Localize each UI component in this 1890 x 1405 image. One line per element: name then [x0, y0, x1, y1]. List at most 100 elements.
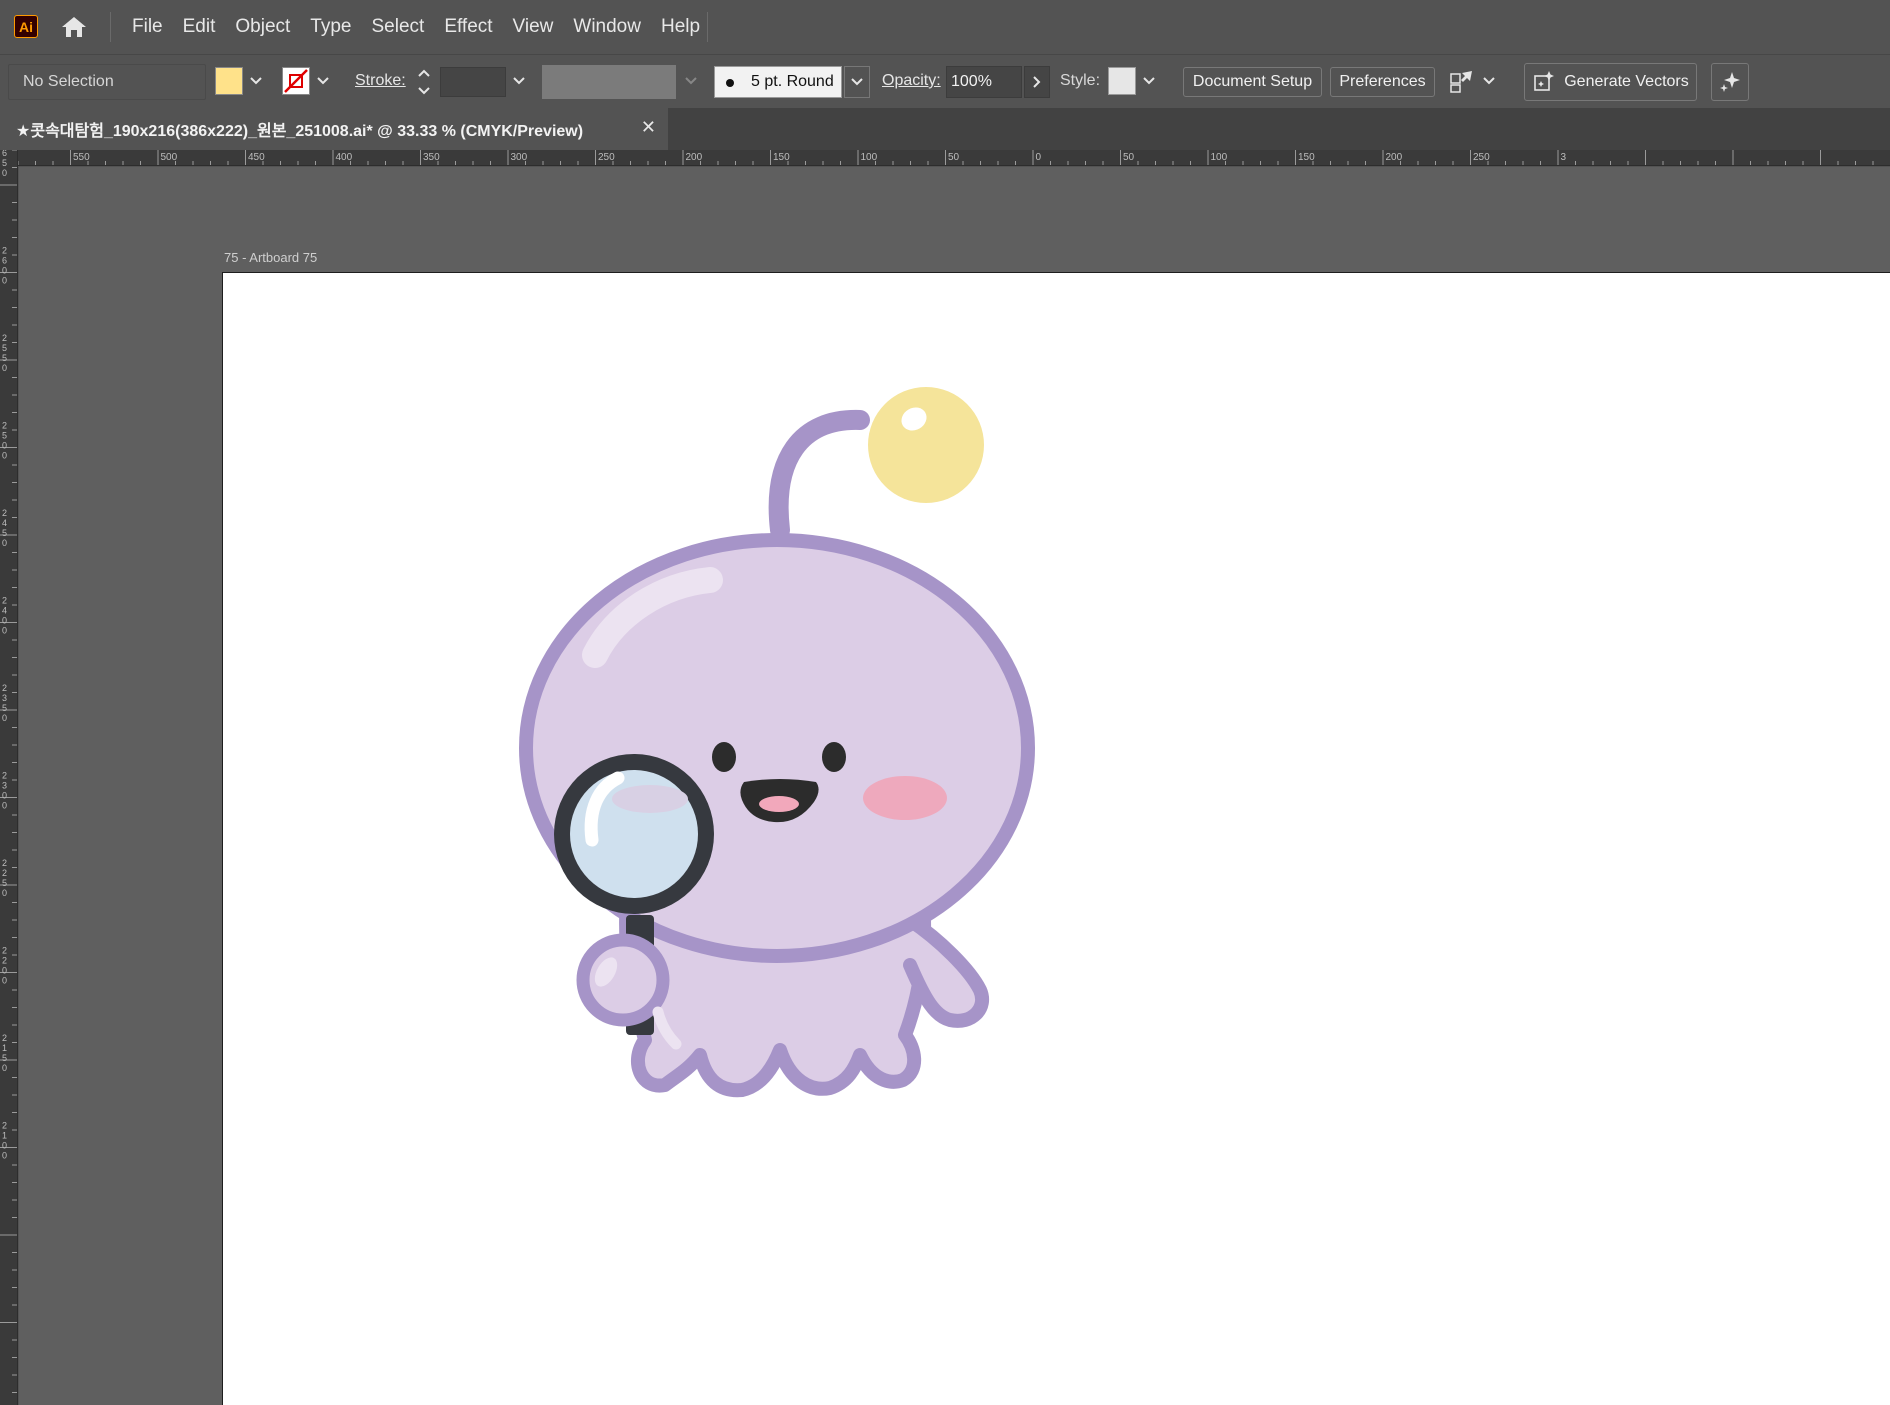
document-tab[interactable]: ★콧속대탐험_190x216(386x222)_원본_251008.ai* @ … — [0, 108, 668, 150]
ruler-label: 2 — [2, 1033, 7, 1043]
menu-divider — [110, 12, 111, 42]
illustrator-window: Ai File Edit Object Type Select Effect V… — [0, 0, 1890, 1405]
control-bar: No Selection Stroke: 5 pt. Round Opacity… — [0, 54, 1890, 108]
vertical-ruler-ticks: 6502600255025002450240023502300225022002… — [0, 150, 17, 1393]
home-icon[interactable] — [60, 15, 88, 39]
ruler-label: 2 — [2, 868, 7, 878]
ruler-label: 0 — [2, 363, 7, 373]
ruler-label: 200 — [1386, 152, 1403, 163]
stroke-label[interactable]: Stroke: — [355, 72, 406, 90]
ruler-label: 150 — [773, 152, 790, 163]
ruler-label: 300 — [511, 152, 528, 163]
ruler-label: 0 — [2, 1151, 7, 1161]
ruler-label: 5 — [2, 158, 7, 168]
arrange-documents-icon[interactable] — [1448, 67, 1476, 95]
ruler-label: 3 — [1561, 152, 1567, 163]
menu-effect[interactable]: Effect — [434, 0, 502, 54]
selection-indicator: No Selection — [8, 64, 206, 100]
document-setup-button[interactable]: Document Setup — [1183, 67, 1322, 97]
style-dropdown-icon[interactable] — [1138, 67, 1160, 95]
close-icon[interactable]: ✕ — [641, 117, 656, 138]
menu-window[interactable]: Window — [563, 0, 651, 54]
horizontal-ruler[interactable]: 550 500 450 400 350 300 250 200 150 100 50 0 50 100 15… — [18, 150, 1890, 166]
stroke-weight-stepper[interactable] — [414, 65, 434, 99]
menu-object[interactable]: Object — [225, 0, 300, 54]
ruler-label: 450 — [248, 152, 265, 163]
ruler-label: 1 — [2, 1131, 7, 1141]
stroke-dropdown-icon[interactable] — [312, 67, 334, 95]
ruler-label: 250 — [1473, 152, 1490, 163]
ruler-label: 4 — [2, 606, 7, 616]
ruler-label: 0 — [2, 266, 7, 276]
stroke-swatch[interactable] — [282, 67, 310, 95]
menu-type[interactable]: Type — [300, 0, 361, 54]
artboard-label[interactable]: 75 - Artboard 75 — [224, 250, 317, 265]
stroke-weight-field[interactable] — [440, 67, 506, 97]
artboard[interactable] — [222, 272, 1890, 1405]
ruler-label: 2 — [2, 683, 7, 693]
sparkle-options-button[interactable] — [1711, 63, 1749, 101]
menu-help[interactable]: Help — [651, 0, 710, 54]
menu-bar: Ai File Edit Object Type Select Effect V… — [0, 0, 1890, 54]
no-stroke-icon — [284, 69, 308, 93]
profile-dropdown-icon[interactable] — [680, 67, 702, 95]
fill-swatch[interactable] — [215, 67, 243, 95]
ruler-label: 0 — [2, 713, 7, 723]
antenna-bulb — [868, 387, 984, 503]
ruler-label: 0 — [2, 626, 7, 636]
ruler-label: 2 — [2, 508, 7, 518]
graphic-style-swatch[interactable] — [1108, 67, 1136, 95]
brush-dropdown-icon[interactable] — [844, 66, 870, 98]
ruler-label: 550 — [73, 152, 90, 163]
ruler-label: 150 — [1298, 152, 1315, 163]
opacity-label[interactable]: Opacity: — [882, 72, 941, 90]
ruler-label: 5 — [2, 431, 7, 441]
ruler-label: 2 — [2, 771, 7, 781]
ruler-label: 0 — [2, 976, 7, 986]
menu-items: File Edit Object Type Select Effect View… — [122, 0, 710, 54]
brush-definition[interactable]: 5 pt. Round — [714, 66, 842, 98]
ruler-label: 4 — [2, 518, 7, 528]
ruler-label: 0 — [2, 1063, 7, 1073]
app-logo[interactable]: Ai — [14, 15, 38, 38]
ruler-label: 2 — [2, 333, 7, 343]
brush-label: 5 pt. Round — [751, 73, 834, 90]
ruler-label: 0 — [2, 1141, 7, 1151]
preferences-button[interactable]: Preferences — [1330, 67, 1435, 97]
ruler-label: 0 — [2, 888, 7, 898]
ruler-label: 0 — [2, 801, 7, 811]
document-tab-bar: ★콧속대탐험_190x216(386x222)_원본_251008.ai* @ … — [0, 108, 1890, 150]
ruler-label: 5 — [2, 878, 7, 888]
generate-vectors-button[interactable]: Generate Vectors — [1524, 63, 1697, 101]
menu-select[interactable]: Select — [362, 0, 435, 54]
ruler-label: 2 — [2, 421, 7, 431]
menu-file[interactable]: File — [122, 0, 173, 54]
ruler-label: 1 — [2, 1043, 7, 1053]
left-eye — [712, 742, 736, 772]
ruler-label: 2 — [2, 1121, 7, 1131]
stroke-weight-dropdown-icon[interactable] — [508, 67, 530, 95]
ruler-label: 0 — [2, 276, 7, 286]
ruler-label: 2 — [2, 858, 7, 868]
ruler-label: 0 — [2, 616, 7, 626]
ruler-label: 2 — [2, 246, 7, 256]
antenna-stalk — [768, 409, 870, 540]
vertical-ruler[interactable]: 6502600255025002450240023502300225022002… — [0, 150, 18, 1405]
opacity-field[interactable]: 100% — [946, 66, 1022, 98]
opacity-chevron-right-icon[interactable] — [1024, 66, 1050, 98]
ruler-label: 5 — [2, 528, 7, 538]
ruler-label: 2 — [2, 956, 7, 966]
horizontal-ruler-ticks: 550 500 450 400 350 300 250 200 150 100 50 0 50 100 15… — [18, 150, 1874, 165]
character-illustration[interactable] — [510, 380, 1050, 1160]
fill-dropdown-icon[interactable] — [245, 67, 267, 95]
arrange-dropdown-icon[interactable] — [1478, 67, 1500, 95]
menu-divider-end — [707, 12, 708, 42]
ruler-label: 0 — [1036, 152, 1042, 163]
ruler-label: 0 — [2, 441, 7, 451]
ruler-label: 5 — [2, 703, 7, 713]
menu-view[interactable]: View — [503, 0, 564, 54]
ruler-label: 5 — [2, 1053, 7, 1063]
ruler-label: 6 — [2, 150, 7, 158]
menu-edit[interactable]: Edit — [173, 0, 226, 54]
variable-width-profile[interactable] — [542, 65, 676, 99]
